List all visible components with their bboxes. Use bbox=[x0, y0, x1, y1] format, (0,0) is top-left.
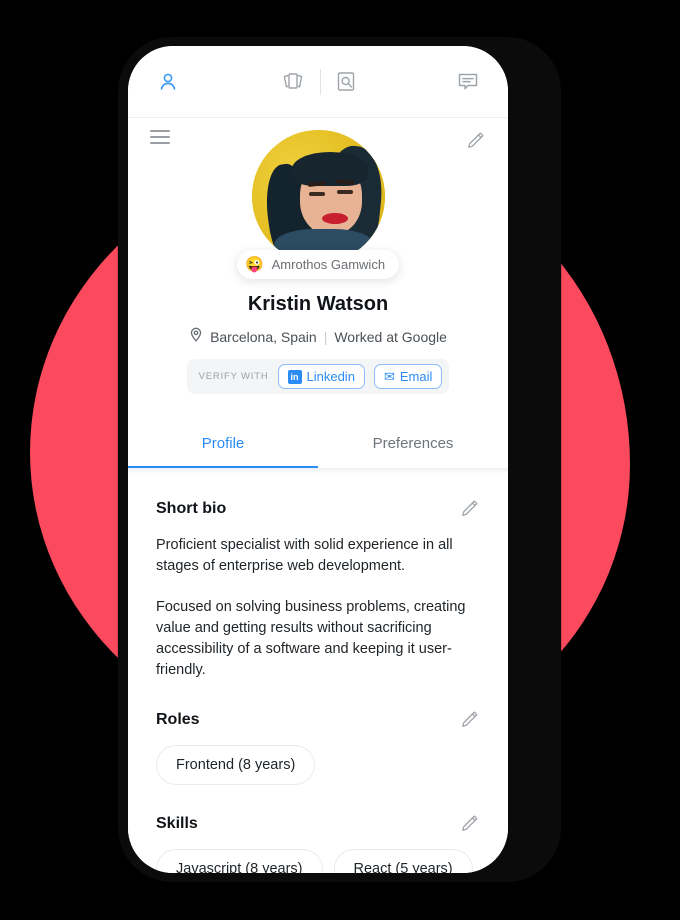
edit-short-bio-pencil-icon[interactable] bbox=[459, 498, 480, 519]
skills-section: Skills Javascript (8 years) React (5 yea… bbox=[156, 813, 480, 873]
edit-profile-pencil-icon[interactable] bbox=[465, 130, 486, 151]
roles-title: Roles bbox=[156, 710, 200, 728]
chat-bubble-icon[interactable] bbox=[456, 71, 480, 93]
profile-meta: Barcelona, Spain | Worked at Google bbox=[150, 327, 486, 346]
skills-chip-list: Javascript (8 years) React (5 years) Red… bbox=[156, 849, 480, 873]
roles-section: Roles Frontend (8 years) bbox=[156, 709, 480, 786]
short-bio-title: Short bio bbox=[156, 499, 227, 517]
verify-linkedin-button[interactable]: in Linkedin bbox=[277, 364, 365, 389]
roles-header: Roles bbox=[156, 709, 480, 730]
verify-email-label: Email bbox=[399, 369, 433, 384]
verify-with-label: VERIFY WITH bbox=[198, 371, 269, 382]
verify-with-group: VERIFY WITH in Linkedin ✉ Email bbox=[186, 359, 450, 394]
linkedin-icon: in bbox=[287, 369, 302, 384]
edit-roles-pencil-icon[interactable] bbox=[459, 709, 480, 730]
edit-skills-pencil-icon[interactable] bbox=[459, 813, 480, 834]
document-search-icon[interactable] bbox=[335, 70, 357, 94]
person-icon[interactable] bbox=[156, 70, 180, 94]
app-bar-right-group bbox=[390, 71, 480, 93]
app-bar-left-group bbox=[156, 70, 246, 94]
tab-preferences[interactable]: Preferences bbox=[318, 422, 508, 468]
chip-item[interactable]: Frontend (8 years) bbox=[156, 745, 316, 786]
short-bio-section: Short bio Proficient specialist with sol… bbox=[156, 498, 480, 681]
app-bar-center-group bbox=[246, 68, 390, 95]
app-top-bar bbox=[128, 46, 508, 118]
verify-email-button[interactable]: ✉ Email bbox=[373, 364, 443, 389]
appbar-divider bbox=[319, 68, 321, 95]
profile-header: 😜 Amrothos Gamwich Kristin Watson Barcel… bbox=[128, 118, 508, 408]
smiley-emoji-icon: 😜 bbox=[244, 256, 264, 273]
badge-label: Amrothos Gamwich bbox=[271, 257, 386, 272]
profile-tabs: Profile Preferences bbox=[128, 422, 508, 468]
roles-chip-list: Frontend (8 years) bbox=[156, 745, 480, 786]
skills-header: Skills bbox=[156, 813, 480, 834]
page-root: 😜 Amrothos Gamwich Kristin Watson Barcel… bbox=[0, 0, 680, 920]
avatar-container: 😜 Amrothos Gamwich bbox=[236, 130, 400, 279]
phone-screen: 😜 Amrothos Gamwich Kristin Watson Barcel… bbox=[128, 46, 508, 873]
skills-title: Skills bbox=[156, 814, 198, 832]
avatar-name-badge[interactable]: 😜 Amrothos Gamwich bbox=[236, 250, 400, 279]
profile-content: Short bio Proficient specialist with sol… bbox=[128, 474, 508, 873]
verify-linkedin-label: Linkedin bbox=[306, 369, 355, 384]
tab-profile[interactable]: Profile bbox=[128, 422, 318, 468]
company-text: Worked at Google bbox=[334, 328, 447, 345]
hamburger-menu-icon[interactable] bbox=[150, 130, 170, 144]
verify-row-wrapper: VERIFY WITH in Linkedin ✉ Email bbox=[150, 346, 486, 394]
location-pin-icon bbox=[189, 327, 203, 346]
cards-stack-icon[interactable] bbox=[280, 71, 306, 93]
short-bio-paragraph: Focused on solving business problems, cr… bbox=[156, 599, 466, 679]
chip-item[interactable]: Javascript (8 years) bbox=[156, 849, 323, 873]
avatar[interactable] bbox=[251, 130, 385, 263]
short-bio-header: Short bio bbox=[156, 498, 480, 519]
page-title: Kristin Watson bbox=[247, 293, 389, 315]
chip-item[interactable]: React (5 years) bbox=[333, 849, 473, 873]
email-icon: ✉ bbox=[383, 369, 395, 384]
short-bio-paragraph: Proficient specialist with solid experie… bbox=[156, 537, 453, 575]
location-text: Barcelona, Spain bbox=[210, 328, 317, 345]
meta-separator: | bbox=[323, 328, 328, 345]
